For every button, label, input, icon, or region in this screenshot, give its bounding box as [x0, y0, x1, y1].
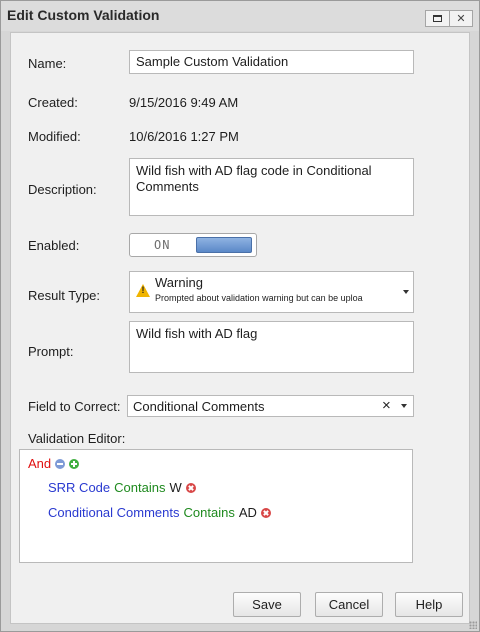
- rule-row: SRR Code Contains W: [48, 480, 196, 495]
- rule-value[interactable]: AD: [239, 505, 257, 520]
- add-rule-icon[interactable]: [69, 458, 80, 469]
- cancel-button[interactable]: Cancel: [315, 592, 383, 617]
- modified-label: Modified:: [28, 129, 81, 144]
- close-button[interactable]: ✕: [448, 11, 472, 26]
- maximize-button[interactable]: [426, 11, 449, 26]
- enabled-label: Enabled:: [28, 238, 80, 253]
- name-label: Name:: [28, 56, 67, 71]
- modified-value: 10/6/2016 1:27 PM: [129, 129, 239, 144]
- toggle-knob[interactable]: [196, 237, 252, 253]
- toggle-state-text: ON: [154, 238, 171, 252]
- validation-editor-label: Validation Editor:: [28, 431, 126, 446]
- chevron-down-icon[interactable]: [403, 290, 409, 294]
- result-type-label: Result Type:: [28, 288, 101, 303]
- result-type-description: Prompted about validation warning but ca…: [155, 293, 363, 303]
- description-input[interactable]: Wild fish with AD flag code in Condition…: [129, 158, 414, 216]
- rule-row: Conditional Comments Contains AD: [48, 505, 271, 520]
- maximize-icon: [432, 15, 442, 22]
- result-type-value: Warning: [155, 275, 203, 290]
- close-icon: ✕: [456, 13, 466, 25]
- rule-value[interactable]: W: [169, 480, 181, 495]
- created-label: Created:: [28, 95, 78, 110]
- remove-rule-icon[interactable]: [260, 507, 271, 518]
- validation-editor[interactable]: And SRR Code Contains W Conditional Comm…: [19, 449, 413, 563]
- root-operator-row: And: [28, 456, 80, 471]
- remove-rule-icon[interactable]: [185, 482, 196, 493]
- collapse-icon[interactable]: [55, 458, 66, 469]
- title-bar-buttons: ✕: [425, 10, 473, 27]
- warning-icon-mark: !: [141, 285, 145, 295]
- result-type-select[interactable]: ! Warning Prompted about validation warn…: [129, 271, 414, 313]
- rule-operator[interactable]: Contains: [184, 505, 235, 520]
- prompt-input[interactable]: Wild fish with AD flag: [129, 321, 414, 373]
- description-label: Description:: [28, 182, 97, 197]
- edit-custom-validation-window: Edit Custom Validation ✕ Name: Sample Cu…: [0, 0, 480, 632]
- field-to-correct-combo[interactable]: Conditional Comments ×: [127, 395, 414, 417]
- field-to-correct-label: Field to Correct:: [28, 399, 121, 414]
- save-button[interactable]: Save: [233, 592, 301, 617]
- name-input[interactable]: Sample Custom Validation: [129, 50, 414, 74]
- clear-icon[interactable]: ×: [382, 397, 391, 415]
- rule-field[interactable]: SRR Code: [48, 480, 110, 495]
- field-to-correct-value: Conditional Comments: [133, 399, 265, 414]
- created-value: 9/15/2016 9:49 AM: [129, 95, 239, 110]
- chevron-down-icon[interactable]: [401, 404, 407, 408]
- window-title: Edit Custom Validation: [7, 7, 160, 23]
- title-bar[interactable]: Edit Custom Validation ✕: [1, 1, 479, 31]
- resize-grip-icon[interactable]: [469, 621, 477, 629]
- prompt-label: Prompt:: [28, 344, 74, 359]
- help-button[interactable]: Help: [395, 592, 463, 617]
- rule-field[interactable]: Conditional Comments: [48, 505, 180, 520]
- root-operator[interactable]: And: [28, 456, 51, 471]
- enabled-toggle[interactable]: ON: [129, 233, 257, 257]
- rule-operator[interactable]: Contains: [114, 480, 165, 495]
- form-panel: Name: Sample Custom Validation Created: …: [10, 32, 470, 624]
